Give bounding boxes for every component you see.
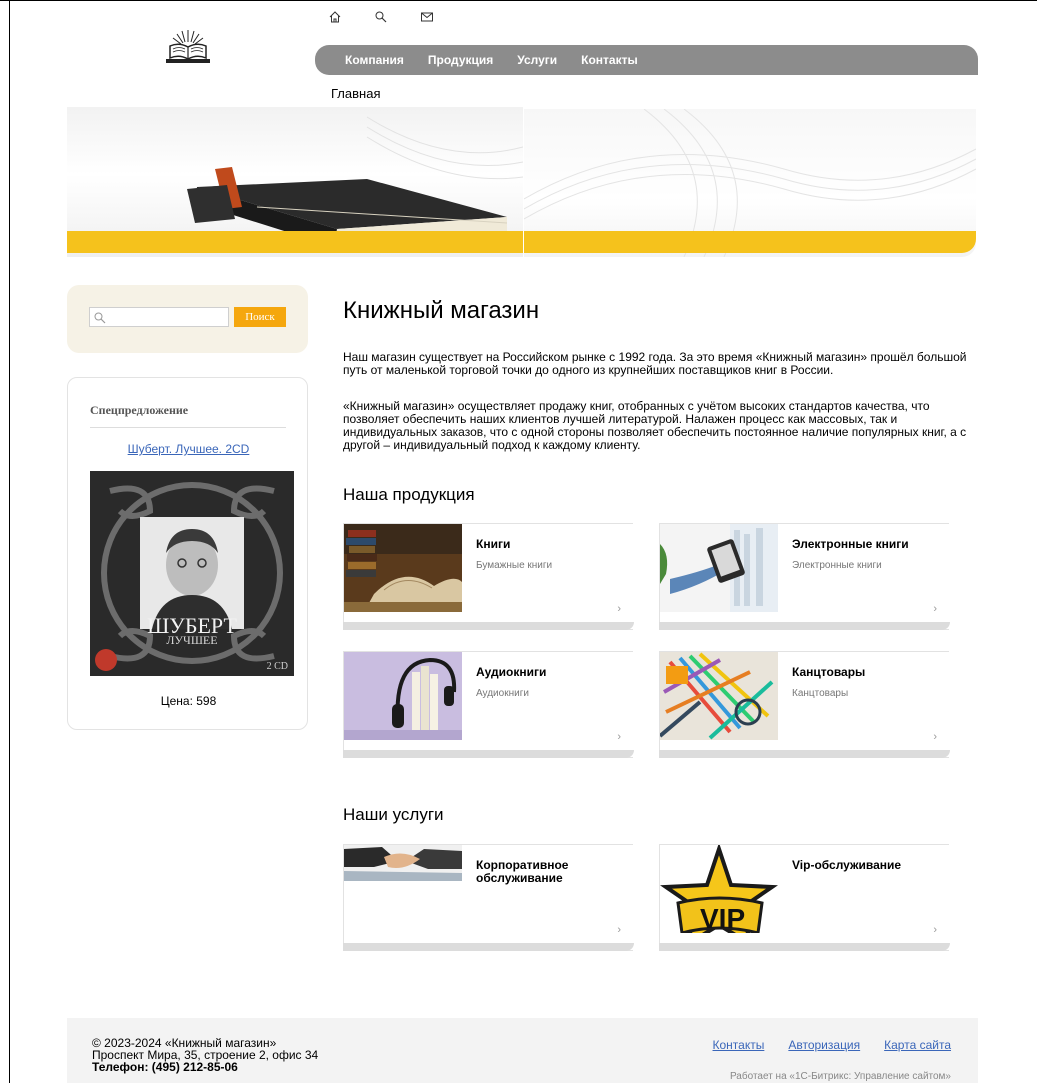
footer-link-login[interactable]: Авторизация	[788, 1038, 860, 1052]
chevron-right-icon: ›	[933, 603, 937, 615]
sidebar-search: Поиск	[67, 285, 308, 353]
card-title: Корпоративное обслуживание	[476, 858, 569, 885]
frame-top-line	[0, 0, 1037, 1]
frame-left-line	[9, 0, 10, 1083]
card-title: Vip-обслуживание	[792, 858, 902, 872]
cd-cover-subtitle: ЛУЧШЕЕ	[166, 633, 218, 647]
product-card-stationery[interactable]: Канцтовары Канцтовары ›	[659, 651, 950, 758]
card-subtitle: Бумажные книги	[476, 560, 553, 571]
footer-link-contacts[interactable]: Контакты	[713, 1038, 765, 1052]
search-input[interactable]	[89, 307, 229, 327]
product-card-books[interactable]: Книги Бумажные книги ›	[343, 523, 634, 630]
footer: © 2023-2024 «Книжный магазин» Проспект М…	[67, 1018, 978, 1083]
books-image	[344, 524, 462, 612]
vip-badge-text: VIP	[700, 903, 746, 933]
offer-link[interactable]: Шуберт. Лучшее. 2CD	[68, 442, 309, 456]
page-title: Книжный магазин	[343, 297, 540, 324]
nav-item-company[interactable]: Компания	[345, 53, 404, 67]
footer-link-sitemap[interactable]: Карта сайта	[884, 1038, 951, 1052]
chevron-right-icon: ›	[617, 924, 621, 936]
products-title: Наша продукция	[343, 485, 475, 504]
search-button[interactable]: Поиск	[234, 307, 286, 327]
logo[interactable]	[162, 26, 214, 66]
ebooks-image	[660, 524, 778, 612]
chevron-right-icon: ›	[617, 603, 621, 615]
offer-price: Цена: 598	[160, 694, 217, 708]
footer-links: Контакты Авторизация Карта сайта	[713, 1038, 951, 1052]
product-card-ebooks[interactable]: Электронные книги Электронные книги ›	[659, 523, 950, 630]
main-nav: Компания Продукция Услуги Контакты	[315, 45, 978, 75]
nav-item-contacts[interactable]: Контакты	[581, 53, 638, 67]
footer-phone: Телефон: (495) 212-85-06	[92, 1060, 238, 1074]
service-card-corporate[interactable]: Корпоративное обслуживание ›	[343, 844, 634, 951]
banner	[67, 107, 976, 257]
stationery-image	[660, 652, 778, 740]
product-card-audiobooks[interactable]: Аудиокниги Аудиокниги ›	[343, 651, 634, 758]
breadcrumb: Главная	[331, 86, 381, 101]
banner-stripe-left	[67, 231, 523, 253]
card-title: Электронные книги	[792, 537, 909, 551]
audiobooks-image	[344, 652, 462, 740]
search-icon[interactable]	[374, 10, 388, 24]
offer-divider	[90, 427, 286, 428]
card-title: Аудиокниги	[476, 665, 547, 679]
cd-cover-count: 2 CD	[266, 661, 288, 672]
chevron-right-icon: ›	[617, 731, 621, 743]
intro-paragraph-1: Наш магазин существует на Российском рын…	[343, 350, 967, 377]
card-subtitle: Аудиокниги	[476, 688, 529, 699]
chevron-right-icon: ›	[933, 924, 937, 936]
banner-stripe-right	[524, 231, 976, 253]
footer-powered-by[interactable]: Работает на «1С-Битрикс: Управление сайт…	[730, 1071, 951, 1082]
card-title: Книги	[476, 537, 511, 551]
mail-icon[interactable]	[420, 10, 434, 24]
card-title: Канцтовары	[792, 665, 866, 679]
offer-title: Спецпредложение	[90, 403, 189, 417]
special-offer: Спецпредложение Шуберт. Лучшее. 2CD ШУБЕ…	[67, 377, 308, 730]
top-icon-bar	[328, 10, 434, 24]
vip-image: VIP	[660, 845, 778, 933]
card-subtitle: Канцтовары	[792, 688, 849, 699]
nav-item-services[interactable]: Услуги	[517, 53, 557, 67]
service-card-vip[interactable]: VIP Vip-обслуживание ›	[659, 844, 950, 951]
chevron-right-icon: ›	[933, 731, 937, 743]
corporate-image	[344, 845, 462, 881]
search-field-icon	[94, 311, 106, 329]
intro-paragraph-2: «Книжный магазин» осуществляет продажу к…	[343, 399, 967, 452]
services-title: Наши услуги	[343, 805, 444, 824]
nav-item-products[interactable]: Продукция	[428, 53, 493, 67]
cd-cover-image[interactable]: ШУБЕРТ ЛУЧШЕЕ 2 CD	[90, 471, 294, 676]
card-subtitle: Электронные книги	[792, 560, 882, 571]
home-icon[interactable]	[328, 10, 342, 24]
